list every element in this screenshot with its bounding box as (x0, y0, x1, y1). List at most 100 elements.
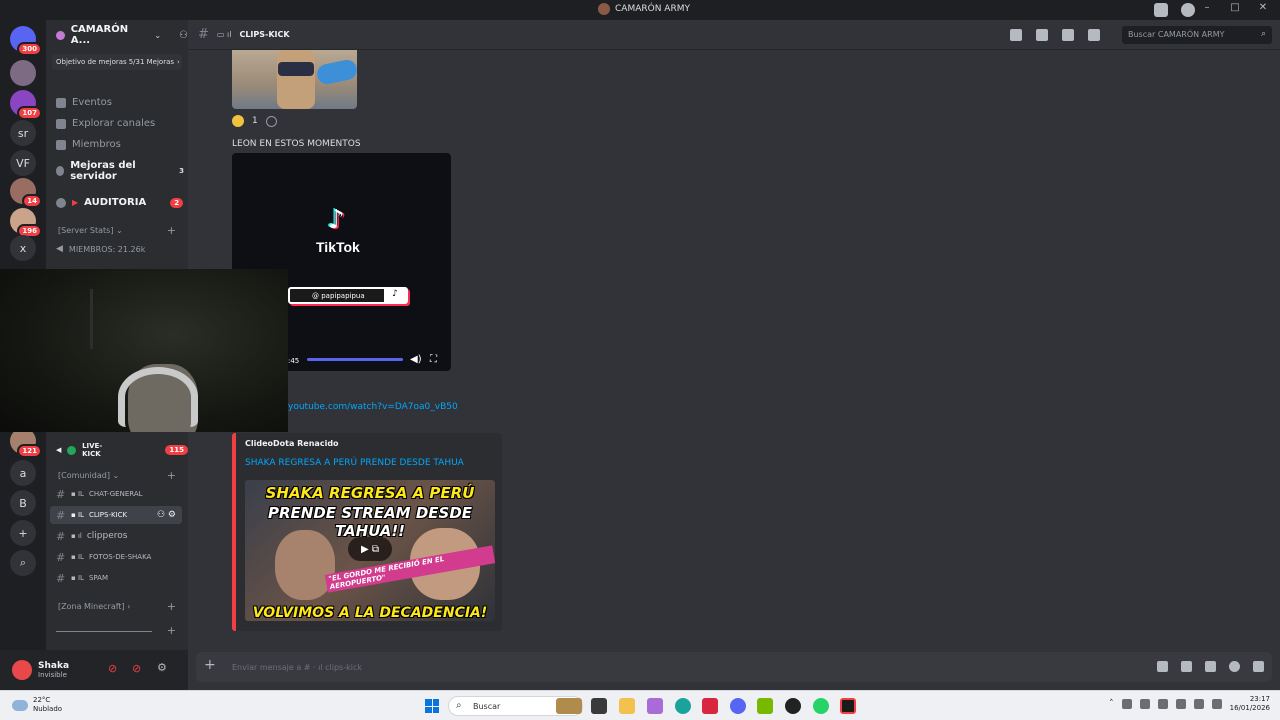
add-channel-icon[interactable]: + (167, 224, 176, 237)
maximize-icon[interactable]: □ (1228, 2, 1242, 13)
mention-badge: 121 (17, 444, 42, 458)
nav-server-boosts[interactable]: Mejoras del servidor 3 (56, 160, 188, 182)
system-tray: ˄ 23:17 16/01/2026 (1109, 695, 1270, 713)
notifications-muted-icon[interactable] (1036, 29, 1048, 41)
server-icon-9[interactable]: a (10, 460, 36, 486)
user-avatar[interactable] (12, 660, 32, 680)
kick-app-icon[interactable] (840, 698, 856, 714)
server-icon-1[interactable] (10, 60, 36, 86)
edge-icon[interactable] (675, 698, 691, 714)
message-input[interactable]: + Enviar mensaje a # · ıl clips-kick (196, 652, 1272, 682)
server-icon-10[interactable]: B (10, 490, 36, 516)
server-icon-3[interactable]: sr (10, 120, 36, 146)
channel-settings-icon[interactable]: ⚇ ⚙ (157, 510, 176, 520)
tiktok-small-icon: ♪ (384, 289, 406, 302)
gif-icon[interactable] (1181, 661, 1192, 672)
boost-goal-bar[interactable]: Objetivo de mejoras 5/31 Mejoras › (52, 54, 182, 70)
server-icon-6[interactable]: 196 (10, 208, 42, 238)
server-icon-12[interactable]: ⌕ (10, 550, 36, 576)
video-progress-bar[interactable] (307, 358, 403, 361)
taskbar-clock[interactable]: 23:17 16/01/2026 (1230, 695, 1270, 713)
invite-icon[interactable]: ⚇ (179, 30, 188, 41)
obs-icon[interactable] (785, 698, 801, 714)
server-icon-label: sr (17, 126, 29, 140)
play-icon[interactable]: ▶ ⧉ (348, 537, 392, 561)
apps-icon[interactable] (1253, 661, 1264, 672)
gift-icon[interactable] (1157, 661, 1168, 672)
windows-start-icon[interactable] (425, 699, 439, 713)
category-minecraft[interactable]: [Zona Minecraft] › (58, 602, 130, 611)
display-icon[interactable] (1193, 699, 1204, 709)
add-channel-icon[interactable]: + (167, 469, 176, 482)
laughing-emoji-icon[interactable] (232, 115, 244, 127)
server-icon (56, 30, 65, 40)
close-icon[interactable]: ✕ (1256, 2, 1270, 13)
whatsapp-icon[interactable] (813, 698, 829, 714)
video-user: @ papipapipua (312, 291, 365, 300)
add-channel-icon[interactable]: + (167, 600, 176, 613)
channel-item[interactable]: # ▪ ıl SPAM (50, 569, 182, 587)
channel-item[interactable]: # ▪ ıl FOTOS-DE-SHAKA (50, 548, 182, 566)
server-icon-11[interactable]: + (10, 520, 36, 546)
category-community[interactable]: [Comunidad] ⌄ (58, 471, 119, 480)
nav-members[interactable]: Miembros (56, 139, 121, 150)
copilot-icon[interactable] (647, 698, 663, 714)
embed-thumbnail[interactable]: SHAKA REGRESA A PERÚ PRENDE STREAM DESDE… (245, 480, 495, 621)
mic-muted-icon[interactable]: ⊘ (108, 662, 117, 675)
search-placeholder: Buscar CAMARÓN ARMY (1128, 30, 1225, 39)
composer-placeholder: Enviar mensaje a # · ıl clips-kick (232, 662, 362, 672)
video-brand: TikTok (316, 239, 360, 255)
file-explorer-icon[interactable] (619, 698, 635, 714)
weather-widget[interactable]: 22°C Nublado (12, 696, 62, 714)
deafen-muted-icon[interactable]: ⊘ (132, 662, 141, 675)
nav-events[interactable]: Eventos (56, 97, 112, 108)
fullscreen-icon[interactable]: ⛶ (430, 354, 437, 365)
server-icon-0[interactable]: 300 (10, 26, 42, 56)
tray-app-icon[interactable] (1139, 699, 1150, 709)
add-channel-icon[interactable]: + (167, 624, 176, 637)
wps-icon[interactable] (702, 698, 718, 714)
attach-plus-icon[interactable]: + (204, 657, 216, 673)
add-reaction-icon[interactable] (265, 115, 277, 127)
task-view-icon[interactable] (591, 698, 607, 714)
settings-gear-icon[interactable]: ⚙ (157, 661, 167, 674)
server-icon-label: a (19, 466, 27, 480)
onedrive-icon[interactable] (1121, 699, 1132, 709)
chevron-up-icon[interactable]: ˄ (1109, 699, 1114, 709)
server-icon-7[interactable]: x (10, 235, 36, 261)
channel-item[interactable]: # ▪ ıl CHAT-GENERAL (50, 485, 182, 503)
network-icon[interactable] (1157, 699, 1168, 709)
server-icon-4[interactable]: VF (10, 150, 36, 176)
help-icon[interactable] (1181, 3, 1195, 17)
threads-icon[interactable] (1010, 29, 1022, 41)
speaker-icon: ◀ (56, 244, 63, 254)
taskbar-app-bird[interactable] (556, 698, 582, 714)
channel-item[interactable]: # ▪ ıl clipperos (50, 527, 182, 545)
emoji-icon[interactable] (1229, 661, 1240, 672)
category-server-stats[interactable]: [Server Stats] ⌄ (58, 226, 123, 235)
member-list-icon[interactable] (1088, 29, 1100, 41)
channel-audit[interactable]: ▶ AUDITORIA 2 (56, 197, 184, 208)
channel-item[interactable]: # ▪ ıl CLIPS-KICK ⚇ ⚙ (50, 506, 182, 524)
search-input[interactable]: Buscar CAMARÓN ARMY ⌕ (1122, 26, 1272, 44)
sticker-icon[interactable] (1205, 661, 1216, 672)
microphone-icon[interactable] (1175, 699, 1186, 709)
youtube-link[interactable]: youtube.com/watch?v=DA7oa0_vB50 (288, 402, 458, 412)
server-header[interactable]: CAMARÓN A... ⌄ ⚇ (46, 20, 188, 50)
channel-live-kick[interactable]: ◀ LIVE-KICK 115 (56, 442, 188, 458)
embed-title[interactable]: SHAKA REGRESA A PERÚ PRENDE DESDE TAHUA (245, 458, 464, 468)
pin-icon[interactable] (1062, 29, 1074, 41)
inbox-icon[interactable] (1154, 3, 1168, 17)
speaker-icon[interactable] (1211, 699, 1222, 709)
server-icon-2[interactable]: 107 (10, 90, 42, 120)
stat-members[interactable]: ◀ MIEMBROS: 21.26k (56, 244, 145, 254)
nvidia-icon[interactable] (757, 698, 773, 714)
discord-taskbar-icon[interactable] (730, 698, 746, 714)
server-icon-5[interactable]: 14 (10, 178, 42, 208)
minimize-icon[interactable]: – (1200, 2, 1214, 13)
volume-icon[interactable]: ◀) (410, 354, 422, 365)
nav-explore-channels[interactable]: Explorar canales (56, 118, 155, 129)
image-attachment[interactable] (232, 50, 357, 109)
embed-provider[interactable]: ClideoDota Renacido (245, 439, 339, 448)
calendar-icon (56, 97, 66, 108)
